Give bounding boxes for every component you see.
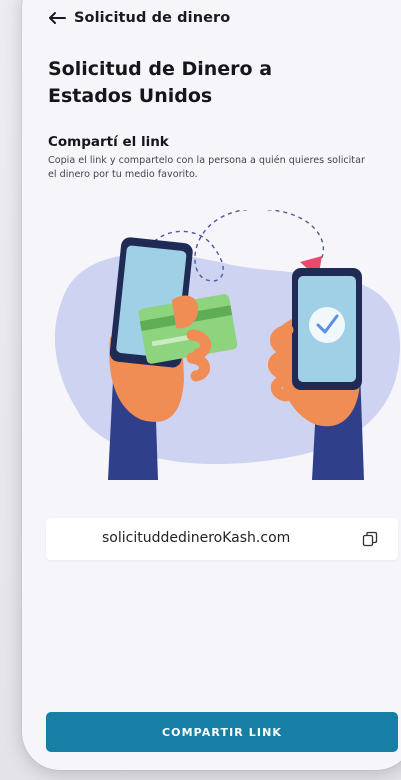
copy-icon[interactable] — [362, 531, 378, 547]
phone-frame: Solicitud de dinero Solicitud de Dinero … — [22, 0, 401, 770]
link-box: solicituddedineroKash.com — [46, 518, 398, 560]
phone-to-phone-transfer-illustration — [54, 210, 401, 480]
page-title: Solicitud de Dinero a Estados Unidos — [48, 58, 273, 107]
arrow-left-icon[interactable] — [48, 11, 66, 25]
section-title: Compartí el link — [48, 134, 169, 150]
header-title: Solicitud de dinero — [74, 10, 231, 26]
section-description: Copia el link y compartelo con la person… — [48, 155, 365, 180]
top-bar: Solicitud de dinero — [48, 6, 230, 30]
check-circle-icon — [309, 307, 345, 343]
link-value[interactable]: solicituddedineroKash.com — [102, 530, 290, 546]
share-link-button[interactable]: COMPARTIR LINK — [46, 712, 398, 752]
